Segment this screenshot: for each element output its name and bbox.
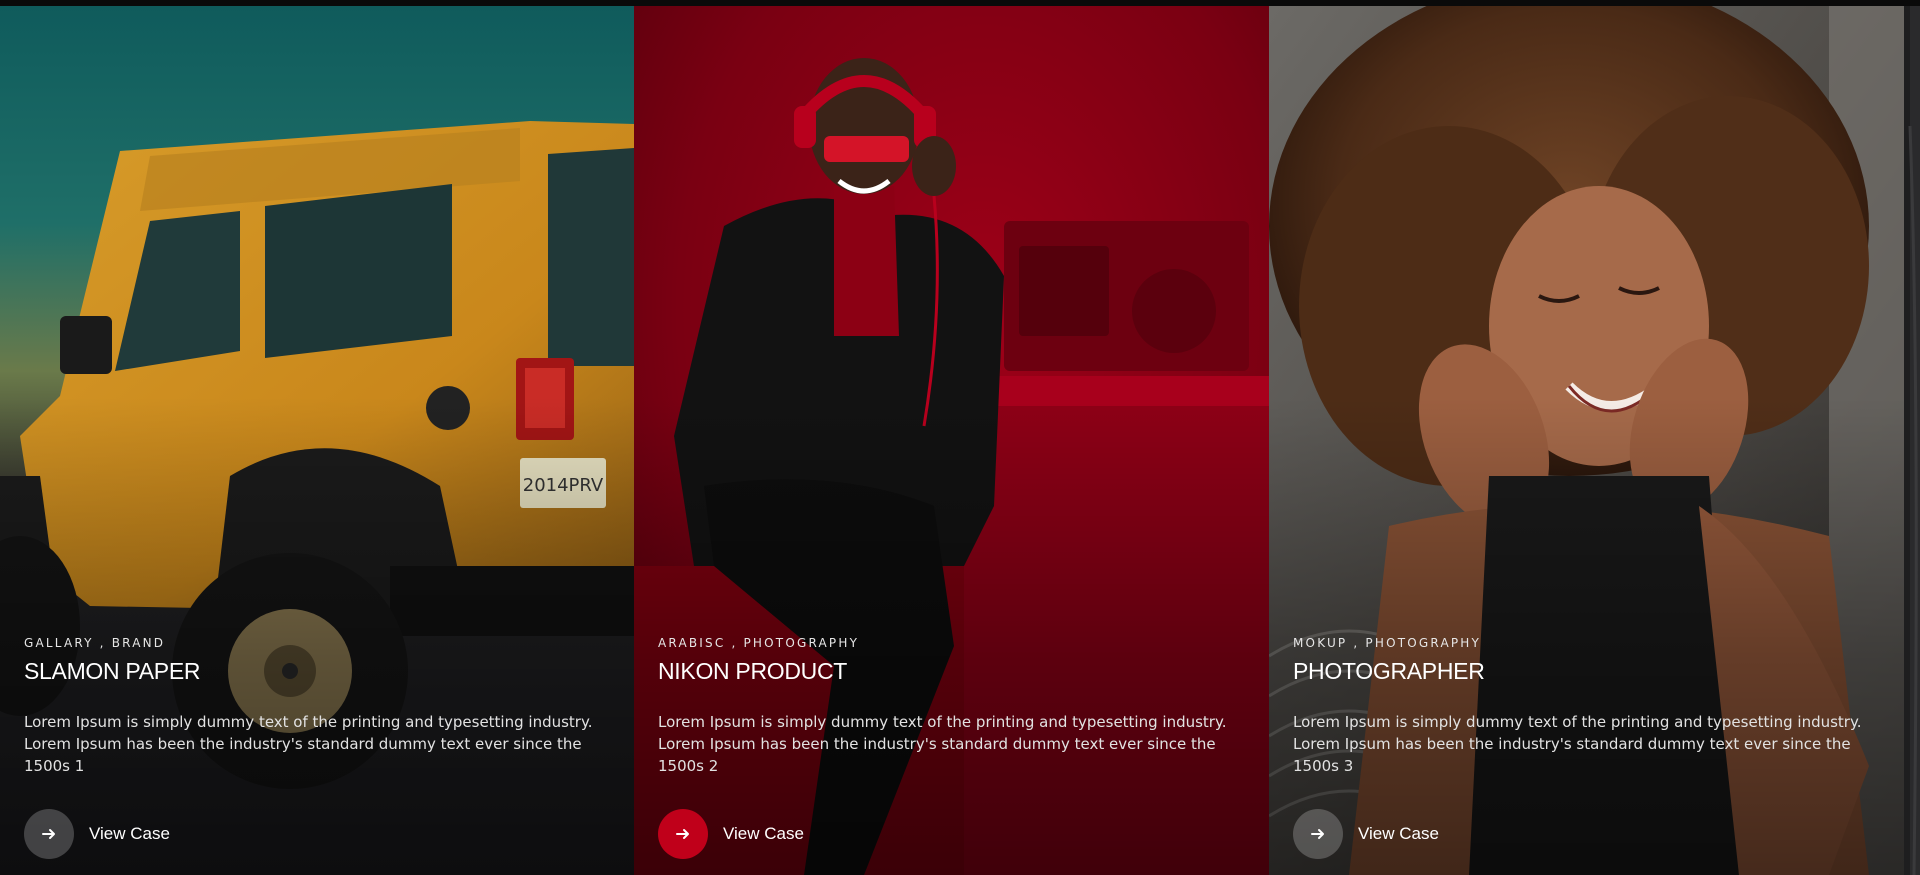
view-case-label[interactable]: View Case [723,824,804,844]
svg-text:2014PRV: 2014PRV [523,475,604,496]
card-description: Lorem Ipsum is simply dummy text of the … [24,713,593,775]
view-case-button[interactable]: View Case [1293,809,1883,859]
view-case-button[interactable]: View Case [24,809,614,859]
portfolio-card-peek[interactable] [1904,6,1920,875]
view-case-label[interactable]: View Case [1358,824,1439,844]
cta-circle[interactable] [658,809,708,859]
arrow-right-icon [1311,829,1324,839]
arrow-right-icon [676,829,689,839]
arrow-right-icon [42,829,55,839]
view-case-label[interactable]: View Case [89,824,170,844]
card-description: Lorem Ipsum is simply dummy text of the … [658,713,1227,775]
portfolio-card-3[interactable]: MOKUP , PHOTOGRAPHY PHOTOGRAPHER Lorem I… [1269,6,1904,875]
card-content: GALLARY , BRAND SLAMON PAPER Lorem Ipsum… [24,636,614,859]
portfolio-slider: 2014PRV GALLARY , BRAND SLAMON PAPER Lor… [0,6,1920,875]
card-tags: ARABISC , PHOTOGRAPHY [658,636,860,650]
portfolio-card-1[interactable]: 2014PRV GALLARY , BRAND SLAMON PAPER Lor… [0,6,634,875]
card-title[interactable]: PHOTOGRAPHER [1293,658,1883,685]
card-description: Lorem Ipsum is simply dummy text of the … [1293,713,1862,775]
card-title[interactable]: SLAMON PAPER [24,658,614,685]
next-card-photo [1904,6,1920,875]
card-tags: MOKUP , PHOTOGRAPHY [1293,636,1482,650]
cta-circle[interactable] [24,809,74,859]
view-case-button[interactable]: View Case [658,809,1248,859]
card-title[interactable]: NIKON PRODUCT [658,658,1248,685]
portfolio-card-2[interactable]: ARABISC , PHOTOGRAPHY NIKON PRODUCT Lore… [634,6,1269,875]
cta-circle[interactable] [1293,809,1343,859]
card-content: MOKUP , PHOTOGRAPHY PHOTOGRAPHER Lorem I… [1293,636,1883,859]
card-content: ARABISC , PHOTOGRAPHY NIKON PRODUCT Lore… [658,636,1248,859]
card-tags: GALLARY , BRAND [24,636,166,650]
